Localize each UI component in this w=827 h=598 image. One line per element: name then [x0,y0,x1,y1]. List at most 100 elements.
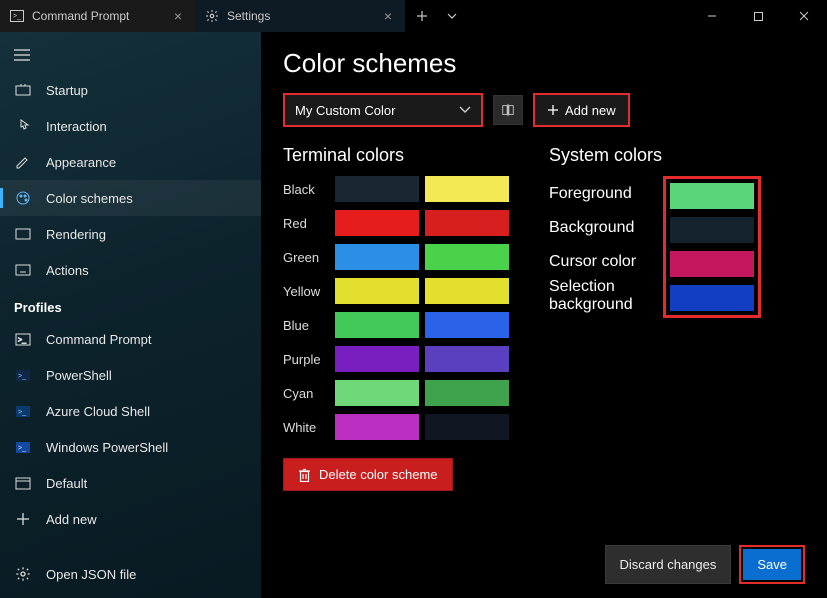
gear-icon [205,9,219,23]
system-color-label: Foreground [549,181,669,207]
sidebar-item-appearance[interactable]: Appearance [0,144,261,180]
color-swatch[interactable] [670,217,754,243]
terminal-color-label: Blue [283,318,329,333]
tab-label: Command Prompt [32,9,163,23]
color-swatch[interactable] [425,176,509,202]
sidebar-item-label: Startup [46,83,88,98]
add-new-label: Add new [565,103,616,118]
close-icon[interactable]: × [171,8,185,24]
terminal-icon: >_ [10,9,24,23]
color-swatch[interactable] [335,346,419,372]
new-tab-button[interactable] [405,0,439,32]
close-icon[interactable]: × [381,8,395,24]
scheme-controls: My Custom Color Add new [283,93,805,127]
palette-icon [14,189,32,207]
save-highlight: Save [739,545,805,584]
color-swatch[interactable] [335,210,419,236]
sidebar-item-interaction[interactable]: Interaction [0,108,261,144]
sidebar-item-label: PowerShell [46,368,112,383]
azure-icon: >_ [14,402,32,420]
color-swatch[interactable] [335,244,419,270]
terminal-color-label: Red [283,216,329,231]
hamburger-button[interactable] [2,38,42,72]
open-json-file[interactable]: Open JSON file [0,556,261,592]
startup-icon [14,81,32,99]
scheme-select[interactable]: My Custom Color [283,93,483,127]
tab-dropdown-button[interactable] [439,0,465,32]
color-swatch[interactable] [670,251,754,277]
trash-icon [298,468,311,482]
save-button[interactable]: Save [743,549,801,580]
maximize-button[interactable] [735,0,781,32]
sidebar-item-label: Rendering [46,227,106,242]
sidebar-item-label: Appearance [46,155,116,170]
gear-icon [14,565,32,583]
terminal-color-label: Green [283,250,329,265]
profile-command-prompt[interactable]: >_ Command Prompt [0,321,261,357]
delete-scheme-button[interactable]: Delete color scheme [283,458,453,491]
window-controls [689,0,827,32]
svg-text:>_: >_ [18,409,26,416]
svg-text:>_: >_ [18,373,26,380]
color-swatch[interactable] [335,278,419,304]
profile-powershell[interactable]: >_ PowerShell [0,357,261,393]
sidebar-item-label: Interaction [46,119,107,134]
color-swatch[interactable] [425,278,509,304]
delete-label: Delete color scheme [319,467,438,482]
sidebar-item-color-schemes[interactable]: Color schemes [0,180,261,216]
main-panel: Color schemes My Custom Color Add new Te… [261,32,827,598]
profile-windows-powershell[interactable]: >_ Windows PowerShell [0,429,261,465]
terminal-color-label: Black [283,182,329,197]
color-swatch[interactable] [670,183,754,209]
profile-azure-cloud-shell[interactable]: >_ Azure Cloud Shell [0,393,261,429]
color-swatch[interactable] [335,414,419,440]
minimize-button[interactable] [689,0,735,32]
system-colors-title: System colors [549,145,761,166]
color-swatch[interactable] [425,244,509,270]
rendering-icon [14,225,32,243]
sidebar-item-label: Default [46,476,87,491]
terminal-colors-section: Terminal colors BlackRedGreenYellowBlueP… [283,145,509,440]
powershell-icon: >_ [14,438,32,456]
sidebar-item-startup[interactable]: Startup [0,72,261,108]
svg-text:>_: >_ [18,337,26,344]
system-colors-highlight [663,176,761,318]
plus-icon [14,510,32,528]
add-new-scheme-button[interactable]: Add new [533,93,630,127]
sidebar-list: Startup Interaction Appearance Color sch… [0,72,261,556]
terminal-colors-title: Terminal colors [283,145,509,166]
profile-default[interactable]: Default [0,465,261,501]
discard-button[interactable]: Discard changes [605,545,732,584]
sidebar-item-label: Actions [46,263,89,278]
color-swatch[interactable] [425,210,509,236]
terminal-color-label: White [283,420,329,435]
chevron-down-icon [459,106,471,114]
color-swatch[interactable] [670,285,754,311]
tab-label: Settings [227,9,373,23]
terminal-icon: >_ [14,330,32,348]
sidebar-item-label: Color schemes [46,191,133,206]
sidebar-item-label: Azure Cloud Shell [46,404,150,419]
profile-add-new[interactable]: Add new [0,501,261,537]
appearance-icon [14,153,32,171]
color-swatch[interactable] [335,312,419,338]
color-swatch[interactable] [425,312,509,338]
footer: Discard changes Save [283,531,805,584]
rename-scheme-button[interactable] [493,95,523,125]
color-swatch[interactable] [335,176,419,202]
sidebar-item-actions[interactable]: Actions [0,252,261,288]
sidebar-item-rendering[interactable]: Rendering [0,216,261,252]
system-color-label: Background [549,215,669,241]
color-swatch[interactable] [425,346,509,372]
color-swatch[interactable] [425,380,509,406]
tab-settings[interactable]: Settings × [195,0,405,32]
system-color-label: Cursor color [549,249,669,275]
tab-command-prompt[interactable]: >_ Command Prompt × [0,0,195,32]
close-window-button[interactable] [781,0,827,32]
color-swatch[interactable] [425,414,509,440]
sidebar-item-label: Windows PowerShell [46,440,168,455]
default-icon [14,474,32,492]
sidebar: Startup Interaction Appearance Color sch… [0,32,261,598]
svg-text:>_: >_ [18,445,26,452]
color-swatch[interactable] [335,380,419,406]
